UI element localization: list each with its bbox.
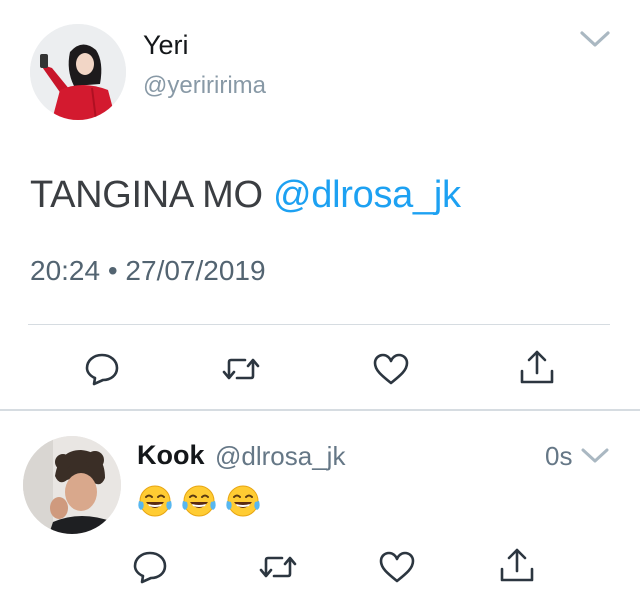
avatar-photo bbox=[30, 24, 126, 120]
reply-icon[interactable] bbox=[82, 349, 122, 389]
section-divider bbox=[0, 409, 640, 411]
retweet-icon[interactable] bbox=[258, 547, 298, 587]
reply-relative-time[interactable]: 0s bbox=[545, 441, 572, 472]
laughing-tears-emoji bbox=[226, 485, 260, 517]
like-icon[interactable] bbox=[377, 547, 417, 587]
tweet-text-plain: TANGINA MO bbox=[30, 174, 274, 216]
chevron-down-icon[interactable] bbox=[580, 446, 610, 466]
author-name[interactable]: Yeri bbox=[143, 30, 189, 61]
reply-text bbox=[136, 482, 262, 522]
chevron-down-icon[interactable] bbox=[579, 28, 611, 50]
share-icon[interactable] bbox=[497, 545, 537, 585]
author-handle[interactable]: @yeriririma bbox=[143, 72, 266, 100]
laughing-tears-emoji bbox=[138, 485, 172, 517]
tweet-text: TANGINA MO @dlrosa_jk bbox=[30, 174, 461, 217]
retweet-icon[interactable] bbox=[221, 349, 261, 389]
reply-author-handle[interactable]: @dlrosa_jk bbox=[215, 441, 345, 472]
author-avatar[interactable] bbox=[30, 24, 126, 120]
tweet-timestamp[interactable]: 20:24 • 27/07/2019 bbox=[30, 255, 266, 287]
avatar-photo bbox=[23, 436, 121, 534]
divider bbox=[28, 324, 610, 325]
reply-author-avatar[interactable] bbox=[23, 436, 121, 534]
reply-icon[interactable] bbox=[130, 547, 170, 587]
share-icon[interactable] bbox=[517, 347, 557, 387]
like-icon[interactable] bbox=[371, 349, 411, 389]
laughing-tears-emoji bbox=[182, 485, 216, 517]
mention-link[interactable]: @dlrosa_jk bbox=[273, 174, 461, 216]
reply-author-name[interactable]: Kook bbox=[137, 440, 205, 471]
